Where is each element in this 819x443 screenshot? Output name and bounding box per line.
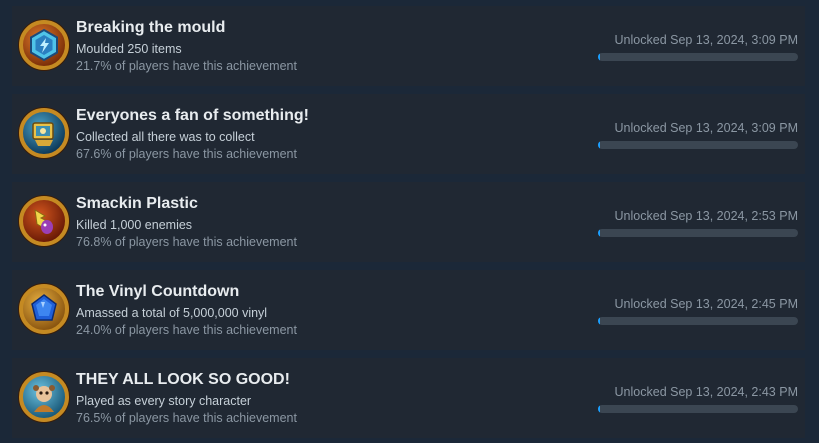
achievement-title: Smackin Plastic xyxy=(76,195,198,212)
achievement-row-they-all-look-so-good: THEY ALL LOOK SO GOOD! Played as every s… xyxy=(12,358,805,438)
achievement-title: THEY ALL LOOK SO GOOD! xyxy=(76,371,290,388)
achievement-description: Played as every story character xyxy=(76,394,252,408)
progress-bar xyxy=(598,405,798,413)
unlock-timestamp: Unlocked Sep 13, 2024, 3:09 PM xyxy=(614,33,798,47)
achievement-row-everyones-a-fan: Everyones a fan of something! Collected … xyxy=(12,94,805,174)
plastic-creature-icon xyxy=(19,196,69,246)
progress-bar-fill xyxy=(598,141,600,149)
collectible-card-icon xyxy=(19,108,69,158)
achievement-row-vinyl-countdown: The Vinyl Countdown Amassed a total of 5… xyxy=(12,270,805,350)
achievement-row-breaking-the-mould: Breaking the mould Moulded 250 items 21.… xyxy=(12,6,805,86)
hexagon-mould-icon xyxy=(19,20,69,70)
unlock-timestamp: Unlocked Sep 13, 2024, 2:43 PM xyxy=(614,385,798,399)
character-portrait-icon xyxy=(19,372,69,422)
achievement-title: Everyones a fan of something! xyxy=(76,107,309,124)
unlock-timestamp: Unlocked Sep 13, 2024, 2:45 PM xyxy=(614,297,798,311)
progress-bar-fill xyxy=(598,405,600,413)
progress-bar-fill xyxy=(598,229,600,237)
achievement-description: Collected all there was to collect xyxy=(76,130,255,144)
unlock-timestamp: Unlocked Sep 13, 2024, 3:09 PM xyxy=(614,121,798,135)
achievement-title: Breaking the mould xyxy=(76,19,226,36)
progress-bar xyxy=(598,317,798,325)
achievement-rarity: 67.6% of players have this achievement xyxy=(76,147,297,161)
achievement-description: Amassed a total of 5,000,000 vinyl xyxy=(76,306,268,320)
achievement-description: Killed 1,000 enemies xyxy=(76,218,193,232)
achievement-title: The Vinyl Countdown xyxy=(76,283,240,300)
achievement-row-smackin-plastic: Smackin Plastic Killed 1,000 enemies 76.… xyxy=(12,182,805,262)
progress-bar-fill xyxy=(598,53,600,61)
progress-bar-fill xyxy=(598,317,600,325)
blue-gem-icon xyxy=(19,284,69,334)
achievement-rarity: 76.5% of players have this achievement xyxy=(76,411,297,425)
achievement-rarity: 21.7% of players have this achievement xyxy=(76,59,297,73)
achievement-rarity: 76.8% of players have this achievement xyxy=(76,235,297,249)
progress-bar xyxy=(598,141,798,149)
achievement-rarity: 24.0% of players have this achievement xyxy=(76,323,297,337)
progress-bar xyxy=(598,229,798,237)
achievement-description: Moulded 250 items xyxy=(76,42,182,56)
achievement-list: Breaking the mould Moulded 250 items 21.… xyxy=(0,0,819,443)
progress-bar xyxy=(598,53,798,61)
unlock-timestamp: Unlocked Sep 13, 2024, 2:53 PM xyxy=(614,209,798,223)
